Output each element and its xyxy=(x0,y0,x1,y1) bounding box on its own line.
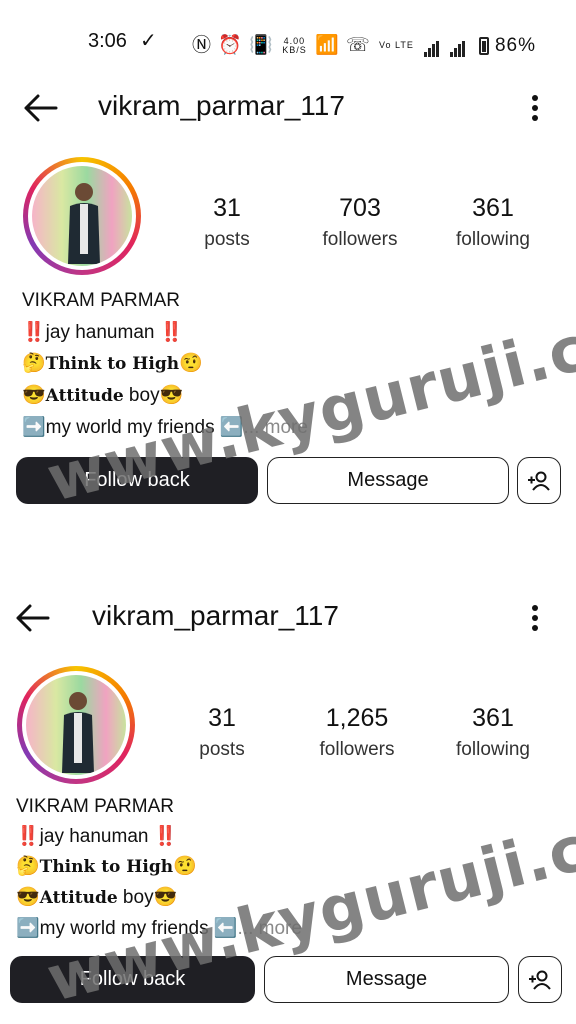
volte-label: Vo LTE xyxy=(378,40,414,51)
following-stat[interactable]: 361 following xyxy=(438,704,548,761)
message-button[interactable]: Message xyxy=(264,956,509,1003)
full-name: VIKRAM PARMAR xyxy=(22,290,181,311)
status-bar: 3:06 ✓ Ⓝ ⏰ 📳 4.00 KB/S 📶 ☏ Vo LTE 86% xyxy=(0,0,576,84)
following-label: following xyxy=(456,229,530,250)
bio-line-3-bold: Attitude xyxy=(45,386,124,406)
vibrate-icon: 📳 xyxy=(249,35,274,56)
bio-line-2-emoji-end: 🤨 xyxy=(179,353,203,374)
status-time: 3:06 xyxy=(88,30,127,52)
full-name: VIKRAM PARMAR xyxy=(16,796,175,817)
bio-more-link[interactable]: ... more xyxy=(238,918,302,939)
bio-line-3-text: boy😎 xyxy=(123,385,184,406)
avatar-photo xyxy=(32,166,132,266)
back-arrow-icon[interactable] xyxy=(14,598,54,638)
followers-stat[interactable]: 1,265 followers xyxy=(302,704,412,761)
profile-username: vikram_parmar_117 xyxy=(92,600,339,631)
bio-line-4: ➡️my world my friends ⬅️... more xyxy=(16,916,302,940)
network-speed: 4.00 KB/S xyxy=(282,36,307,55)
network-speed-unit: KB/S xyxy=(282,44,307,55)
followers-stat[interactable]: 703 followers xyxy=(305,194,415,251)
wifi-icon: 📶 xyxy=(314,35,340,56)
back-arrow-icon[interactable] xyxy=(20,88,60,128)
avatar-photo xyxy=(26,675,126,775)
download-done-icon: ✓ xyxy=(140,30,157,52)
add-person-icon xyxy=(529,970,551,990)
nfc-icon: Ⓝ xyxy=(191,35,212,56)
bio-line-4-text: ➡️my world my friends ⬅️ xyxy=(22,417,244,438)
add-person-icon xyxy=(528,471,550,491)
bio-line-3-emoji: 😎 xyxy=(16,887,40,908)
more-vertical-icon[interactable] xyxy=(525,598,545,638)
add-person-button[interactable] xyxy=(518,956,562,1003)
profile-screenshot-1: vikram_parmar_117 31 posts 703 followers… xyxy=(0,84,576,514)
more-vertical-icon[interactable] xyxy=(525,88,545,128)
signal-icon-1 xyxy=(424,35,440,57)
bio-more-link[interactable]: ... more xyxy=(244,417,308,438)
profile-screenshot-2: vikram_parmar_117 31 posts 1,265 followe… xyxy=(0,594,576,1024)
bio-line-3: 😎Attitude boy😎 xyxy=(16,885,177,909)
posts-label: posts xyxy=(199,739,245,760)
bio-line-2-emoji: 🤔 xyxy=(16,856,40,877)
followers-label: followers xyxy=(322,229,398,250)
followers-label: followers xyxy=(319,739,395,760)
alarm-icon: ⏰ xyxy=(218,35,243,56)
avatar[interactable] xyxy=(23,157,141,275)
posts-count: 31 xyxy=(208,704,236,732)
bio-line-1: ‼️jay hanuman ‼️ xyxy=(16,826,178,847)
bio-line-3: 😎Attitude boy😎 xyxy=(22,383,183,407)
battery-percent: 86% xyxy=(494,35,536,56)
status-icons: Ⓝ ⏰ 📳 4.00 KB/S 📶 ☏ Vo LTE 86% xyxy=(192,30,536,57)
signal-icon-2 xyxy=(450,35,466,57)
follow-back-button[interactable]: Follow back xyxy=(16,457,258,504)
bio-line-2: 🤔Think to High🤨 xyxy=(22,351,203,375)
bio-line-4: ➡️my world my friends ⬅️... more xyxy=(22,415,308,439)
bio-line-4-text: ➡️my world my friends ⬅️ xyxy=(16,918,238,939)
bio-line-2-text: Think to High xyxy=(39,857,174,877)
add-person-button[interactable] xyxy=(517,457,561,504)
following-count: 361 xyxy=(472,194,514,222)
followers-count: 703 xyxy=(339,194,381,222)
following-stat[interactable]: 361 following xyxy=(438,194,548,251)
wifi-call-icon: ☏ xyxy=(345,35,371,56)
battery-icon xyxy=(478,36,489,55)
posts-stat[interactable]: 31 posts xyxy=(167,704,277,761)
posts-stat[interactable]: 31 posts xyxy=(172,194,282,251)
bio-line-2-emoji: 🤔 xyxy=(22,353,46,374)
profile-username: vikram_parmar_117 xyxy=(98,90,345,121)
bio-line-1: ‼️jay hanuman ‼️ xyxy=(22,322,184,343)
bio-line-2-text: Think to High xyxy=(45,354,180,374)
bio-line-3-bold: Attitude xyxy=(39,888,118,908)
bio-line-2-emoji-end: 🤨 xyxy=(173,856,197,877)
posts-label: posts xyxy=(204,229,250,250)
avatar[interactable] xyxy=(17,666,135,784)
following-count: 361 xyxy=(472,704,514,732)
followers-count: 1,265 xyxy=(325,704,389,732)
posts-count: 31 xyxy=(213,194,241,222)
follow-back-button[interactable]: Follow back xyxy=(10,956,255,1003)
bio-line-3-emoji: 😎 xyxy=(22,385,46,406)
following-label: following xyxy=(456,739,530,760)
bio-line-2: 🤔Think to High🤨 xyxy=(16,854,197,878)
message-button[interactable]: Message xyxy=(267,457,509,504)
bio-line-3-text: boy😎 xyxy=(117,887,178,908)
